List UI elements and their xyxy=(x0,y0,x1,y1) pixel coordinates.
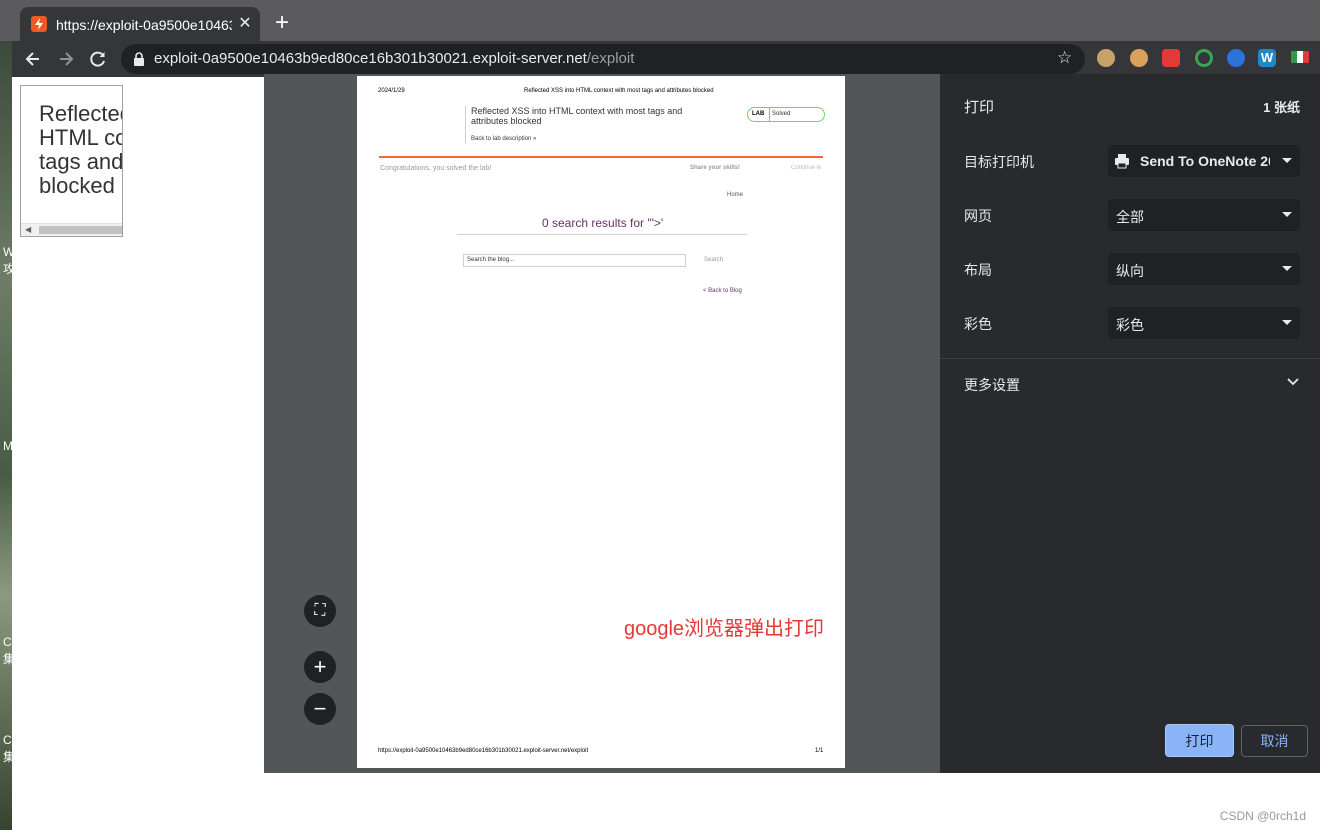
flag-icon[interactable] xyxy=(1291,51,1309,63)
scroll-left-icon[interactable]: ◀ xyxy=(25,225,31,234)
preview-search-results: 0 search results for '">' xyxy=(542,216,664,230)
preview-search-input: Search the blog... xyxy=(463,254,686,267)
layout-value: 纵向 xyxy=(1116,263,1144,279)
print-button[interactable]: 打印 xyxy=(1165,724,1234,757)
fit-icon: ⛶ xyxy=(314,602,326,619)
chevron-down-icon xyxy=(1282,158,1292,163)
w-icon[interactable]: W xyxy=(1258,49,1276,67)
preview-date: 2024/1/29 xyxy=(378,88,405,94)
orange-divider xyxy=(379,156,823,158)
cookie-editor-icon[interactable] xyxy=(1130,49,1148,67)
reload-button[interactable] xyxy=(85,46,111,72)
print-settings-panel: 打印 1 张纸 目标打印机 Send To OneNote 2016 网页 全部… xyxy=(940,74,1320,773)
iframe-lab-title: Reflected XSS into HTML context with mos… xyxy=(39,101,123,198)
destination-select[interactable]: Send To OneNote 2016 xyxy=(1108,145,1300,177)
pages-label: 网页 xyxy=(964,208,992,224)
reload-icon xyxy=(90,51,105,67)
pages-value: 全部 xyxy=(1116,209,1144,225)
color-label: 彩色 xyxy=(964,316,992,332)
lock-icon xyxy=(134,52,144,66)
badge-status: Solved xyxy=(772,111,791,117)
close-icon[interactable]: ✕ xyxy=(236,15,254,33)
preview-page: 2024/1/29 Reflected XSS into HTML contex… xyxy=(357,76,845,768)
preview-search-button: Search xyxy=(704,257,724,263)
chevron-down-icon xyxy=(1282,212,1292,217)
back-button[interactable] xyxy=(20,46,46,72)
fit-to-page-button[interactable]: ⛶ xyxy=(304,595,336,627)
printer-icon xyxy=(1115,154,1129,169)
sheet-count: 1 张纸 xyxy=(1263,100,1300,115)
cube-icon[interactable] xyxy=(1162,49,1180,67)
scrollbar-thumb[interactable] xyxy=(39,226,122,234)
divider xyxy=(465,106,466,144)
preview-footer-page: 1/1 xyxy=(815,748,824,754)
preview-congrats: Congratulations, you solved the lab! xyxy=(380,165,492,172)
chevron-down-icon xyxy=(1282,266,1292,271)
layout-label: 布局 xyxy=(964,262,992,278)
desktop-background: W 攻 M C 集 C 集 xyxy=(0,41,15,830)
url-text[interactable]: exploit-0a9500e10463b9ed80ce16b301b30021… xyxy=(154,50,634,68)
url-path: /exploit xyxy=(586,50,635,67)
address-bar[interactable]: exploit-0a9500e10463b9ed80ce16b301b30021… xyxy=(121,44,1085,74)
exploit-page: Reflected XSS into HTML context with mos… xyxy=(12,77,264,830)
tab-strip: https://exploit-0a9500e10463b9ed80ce16b3… xyxy=(0,0,1320,41)
arrow-right-icon xyxy=(60,52,74,66)
new-tab-button[interactable]: + xyxy=(270,11,294,35)
print-title: 打印 xyxy=(964,99,995,116)
minus-icon: − xyxy=(313,696,327,721)
divider xyxy=(457,234,747,235)
chevron-down-icon[interactable] xyxy=(1286,375,1300,389)
search-placeholder: Search the blog... xyxy=(467,257,515,263)
destination-value: Send To OneNote 2016 xyxy=(1140,153,1270,169)
arrow-left-icon xyxy=(25,52,39,66)
cancel-button[interactable]: 取消 xyxy=(1241,725,1308,757)
destination-label: 目标打印机 xyxy=(964,154,1034,170)
plus-icon: + xyxy=(313,654,327,679)
color-value: 彩色 xyxy=(1116,317,1144,333)
status-badge: LAB Solved xyxy=(747,107,825,122)
gear-icon[interactable] xyxy=(1195,49,1213,67)
zoom-in-button[interactable]: + xyxy=(304,651,336,683)
pages-select[interactable]: 全部 xyxy=(1108,199,1300,231)
cookie-icon[interactable] xyxy=(1097,49,1115,67)
preview-footer-url: https://exploit-0a9500e10463b9ed80ce16b3… xyxy=(378,748,589,754)
badge-lab: LAB xyxy=(752,111,765,117)
url-host: exploit-0a9500e10463b9ed80ce16b301b30021… xyxy=(154,50,587,67)
firefox-relay-icon[interactable] xyxy=(1227,49,1245,67)
tab-title: https://exploit-0a9500e10463b9ed80ce16b3… xyxy=(56,17,232,33)
horizontal-scrollbar[interactable]: ◀ xyxy=(21,223,122,236)
more-settings-toggle[interactable]: 更多设置 xyxy=(964,375,1020,395)
divider xyxy=(940,358,1320,359)
color-select[interactable]: 彩色 xyxy=(1108,307,1300,339)
preview-home-link: Home xyxy=(727,192,744,198)
annotation-text: google浏览器弹出打印 xyxy=(624,618,825,640)
lightning-icon xyxy=(31,16,47,32)
browser-tab[interactable]: https://exploit-0a9500e10463b9ed80ce16b3… xyxy=(20,7,260,41)
print-preview-area: 2024/1/29 Reflected XSS into HTML contex… xyxy=(264,74,940,773)
preview-continue: Continue le xyxy=(791,165,822,171)
preview-lab-title: Reflected XSS into HTML context with mos… xyxy=(471,106,683,126)
star-icon[interactable]: ☆ xyxy=(1057,49,1075,67)
desktop-label: C xyxy=(3,635,12,649)
divider xyxy=(769,108,770,121)
browser-toolbar: exploit-0a9500e10463b9ed80ce16b301b30021… xyxy=(0,41,1320,77)
preview-document-title: Reflected XSS into HTML context with mos… xyxy=(524,88,714,94)
preview-back-to-blog: < Back to Blog xyxy=(703,288,742,294)
exploit-iframe[interactable]: Reflected XSS into HTML context with mos… xyxy=(20,85,123,237)
preview-back-to-description: Back to lab description » xyxy=(471,136,537,142)
chevron-down-icon xyxy=(1282,320,1292,325)
desktop-label: C xyxy=(3,733,12,747)
preview-share: Share your skills! xyxy=(690,165,741,171)
forward-button[interactable] xyxy=(53,46,79,72)
layout-select[interactable]: 纵向 xyxy=(1108,253,1300,285)
watermark-text: CSDN @0rch1d xyxy=(1219,809,1306,823)
zoom-out-button[interactable]: − xyxy=(304,693,336,725)
